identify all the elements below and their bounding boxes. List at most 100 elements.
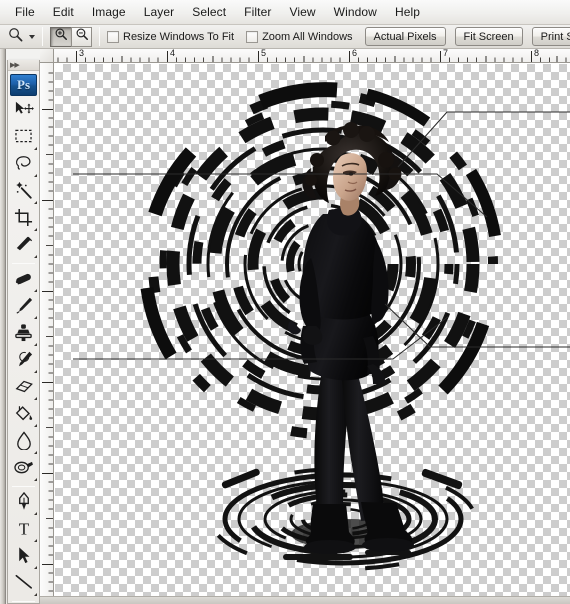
menu-item-window[interactable]: Window bbox=[325, 2, 386, 23]
tool-line-tool[interactable] bbox=[8, 571, 39, 598]
menu-bar: File Edit Image Layer Select Filter View… bbox=[0, 0, 570, 25]
tool-flyout-indicator[interactable] bbox=[34, 539, 37, 542]
tool-flyout-indicator[interactable] bbox=[34, 316, 37, 319]
actual-pixels-button[interactable]: Actual Pixels bbox=[364, 27, 446, 46]
crop-tool-icon bbox=[14, 208, 33, 232]
blur-tool-icon bbox=[16, 430, 32, 455]
paint-bucket-tool-icon bbox=[14, 404, 34, 428]
active-tool-preset-picker[interactable] bbox=[8, 27, 35, 47]
toolbox-divider-1 bbox=[12, 263, 35, 264]
zoom-all-windows-checkbox[interactable]: Zoom All Windows bbox=[246, 30, 353, 43]
tool-flyout-indicator[interactable] bbox=[34, 566, 37, 569]
horizontal-ruler[interactable]: 3 4 5 6 7 8 bbox=[54, 49, 570, 63]
svg-text:T: T bbox=[18, 519, 29, 537]
tool-magic-wand-tool[interactable] bbox=[8, 179, 39, 206]
options-divider-2 bbox=[99, 27, 100, 46]
fit-screen-button[interactable]: Fit Screen bbox=[454, 27, 523, 46]
type-tool-icon: T bbox=[15, 519, 33, 543]
ruler-origin-corner[interactable] bbox=[40, 49, 54, 63]
photoshop-window: File Edit Image Layer Select Filter View… bbox=[0, 0, 570, 604]
menu-item-view[interactable]: View bbox=[280, 2, 324, 23]
ruler-label-5: 5 bbox=[261, 49, 267, 58]
tool-healing-brush-tool[interactable] bbox=[8, 267, 39, 294]
tool-flyout-indicator[interactable] bbox=[34, 174, 37, 177]
tool-dodge-tool[interactable] bbox=[8, 456, 39, 483]
tool-options-bar: Resize Windows To Fit Zoom All Windows A… bbox=[0, 25, 570, 49]
brush-tool-icon bbox=[14, 296, 34, 319]
checkbox-box[interactable] bbox=[246, 30, 259, 43]
toolbox-panel: ▶▶ Ps T bbox=[7, 60, 40, 604]
tool-flyout-indicator[interactable] bbox=[34, 289, 37, 292]
tool-flyout-indicator[interactable] bbox=[34, 451, 37, 454]
history-brush-tool-icon bbox=[14, 350, 34, 373]
zoom-all-windows-label: Zoom All Windows bbox=[262, 30, 353, 43]
tool-flyout-indicator[interactable] bbox=[34, 201, 37, 204]
magic-wand-tool-icon bbox=[14, 181, 34, 205]
tool-brush-tool[interactable] bbox=[8, 294, 39, 321]
lasso-tool-icon bbox=[14, 154, 34, 177]
options-divider-1 bbox=[42, 27, 43, 46]
toolbox-divider-3 bbox=[12, 601, 35, 602]
tool-flyout-indicator[interactable] bbox=[34, 424, 37, 427]
tool-history-brush-tool[interactable] bbox=[8, 348, 39, 375]
tool-path-selection-tool[interactable] bbox=[8, 544, 39, 571]
zoom-out-icon bbox=[75, 27, 89, 46]
vertical-ruler-ticks bbox=[42, 72, 53, 601]
ruler-label-4: 4 bbox=[170, 49, 176, 58]
menu-item-file[interactable]: File bbox=[6, 2, 44, 23]
eraser-tool-icon bbox=[14, 378, 34, 399]
menu-item-image[interactable]: Image bbox=[83, 2, 135, 23]
tool-rectangular-marquee-tool[interactable] bbox=[8, 125, 39, 152]
tool-crop-tool[interactable] bbox=[8, 206, 39, 233]
resize-windows-to-fit-label: Resize Windows To Fit bbox=[123, 30, 235, 43]
marquee-tool-icon bbox=[14, 128, 33, 149]
resize-windows-to-fit-checkbox[interactable]: Resize Windows To Fit bbox=[107, 30, 235, 43]
image-canvas[interactable]: UiBQ.CoM bbox=[55, 64, 570, 604]
ruler-label-3: 3 bbox=[79, 49, 85, 58]
tool-flyout-indicator[interactable] bbox=[34, 593, 37, 596]
menu-item-help[interactable]: Help bbox=[386, 2, 429, 23]
pen-tool-icon bbox=[16, 491, 32, 516]
clone-stamp-tool-icon bbox=[14, 323, 33, 347]
vertical-ruler[interactable] bbox=[40, 49, 54, 604]
zoom-out-button[interactable] bbox=[71, 26, 92, 47]
menu-item-select[interactable]: Select bbox=[183, 2, 235, 23]
document-status-bar bbox=[40, 596, 570, 604]
left-dock-strip bbox=[0, 49, 6, 604]
document-window: 3 4 5 6 7 8 bbox=[40, 49, 570, 604]
tool-paint-bucket-tool[interactable] bbox=[8, 402, 39, 429]
tool-horizontal-type-tool[interactable]: T bbox=[8, 517, 39, 544]
zoom-in-icon bbox=[54, 27, 68, 46]
toolbox-collapse-handle[interactable]: ▶▶ bbox=[8, 60, 39, 71]
tool-slice-tool[interactable] bbox=[8, 233, 39, 260]
tool-flyout-indicator[interactable] bbox=[34, 147, 37, 150]
line-tool-icon bbox=[14, 573, 34, 596]
print-size-button[interactable]: Print Size bbox=[531, 27, 570, 46]
tool-clone-stamp-tool[interactable] bbox=[8, 321, 39, 348]
tool-lasso-tool[interactable] bbox=[8, 152, 39, 179]
zoom-in-button[interactable] bbox=[50, 26, 71, 47]
dodge-tool-icon bbox=[13, 459, 34, 481]
menu-item-layer[interactable]: Layer bbox=[135, 2, 184, 23]
tool-flyout-indicator[interactable] bbox=[34, 370, 37, 373]
menu-item-filter[interactable]: Filter bbox=[235, 2, 280, 23]
double-chevron-right-icon[interactable]: ▶▶ bbox=[10, 62, 20, 69]
ruler-label-8: 8 bbox=[534, 49, 540, 58]
tool-move-tool[interactable] bbox=[8, 98, 39, 125]
tool-eraser-tool[interactable] bbox=[8, 375, 39, 402]
ruler-label-6: 6 bbox=[352, 49, 358, 58]
tool-flyout-indicator[interactable] bbox=[34, 478, 37, 481]
menu-item-edit[interactable]: Edit bbox=[44, 2, 83, 23]
tool-flyout-indicator[interactable] bbox=[34, 512, 37, 515]
artwork-layer bbox=[73, 82, 570, 571]
tool-flyout-indicator[interactable] bbox=[34, 397, 37, 400]
tool-flyout-indicator[interactable] bbox=[34, 228, 37, 231]
tool-flyout-indicator[interactable] bbox=[34, 343, 37, 346]
checkbox-box[interactable] bbox=[107, 30, 119, 43]
move-tool-icon bbox=[14, 100, 34, 123]
tool-blur-tool[interactable] bbox=[8, 429, 39, 456]
tool-flyout-indicator[interactable] bbox=[34, 255, 37, 258]
zoom-tool-icon bbox=[8, 27, 23, 47]
chevron-down-icon[interactable] bbox=[29, 34, 35, 39]
tool-pen-tool[interactable] bbox=[8, 490, 39, 517]
